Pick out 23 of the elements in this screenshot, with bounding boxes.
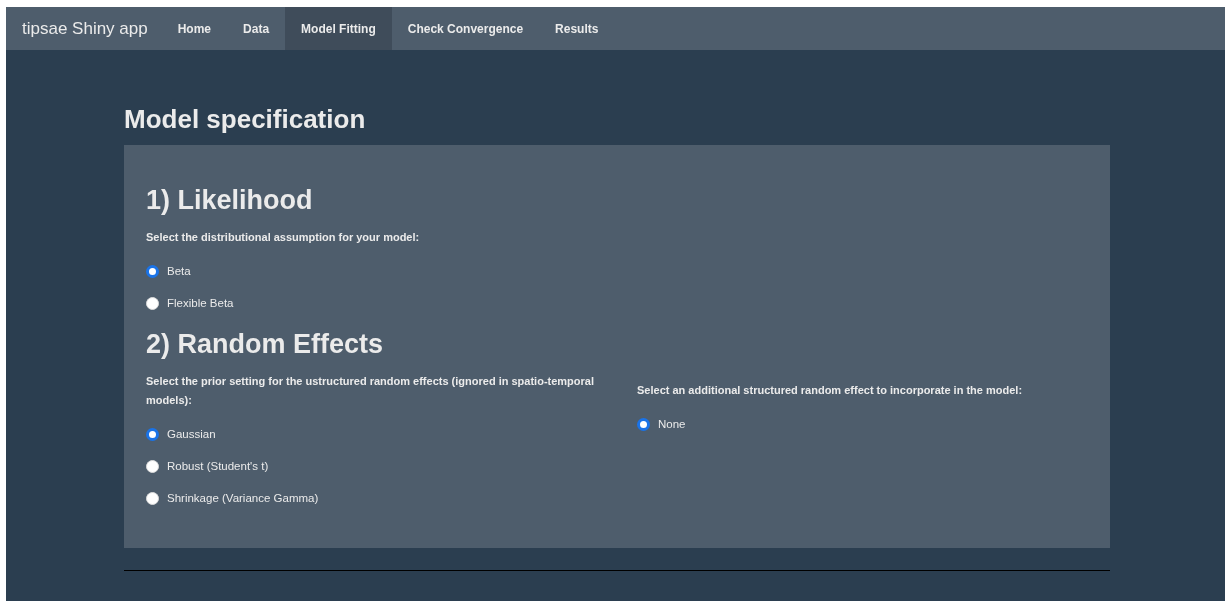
section-heading: 2) Random Effects bbox=[146, 329, 385, 360]
app-brand: tipsae Shiny app bbox=[22, 17, 148, 40]
question-label: Select the distributional assumption for your model: bbox=[146, 230, 421, 245]
radio-option[interactable]: None bbox=[637, 408, 1088, 440]
option-label: Robust (Student's t) bbox=[167, 460, 269, 472]
nav-tab[interactable]: Model Fitting bbox=[285, 7, 392, 50]
option-label: None bbox=[658, 418, 686, 430]
radio-option[interactable]: Gaussian bbox=[146, 418, 597, 450]
radio-option[interactable]: Robust (Student's t) bbox=[146, 450, 597, 482]
option-label: Beta bbox=[167, 265, 191, 277]
section-heading: 1) Likelihood bbox=[146, 185, 314, 216]
radio-button[interactable] bbox=[637, 417, 650, 431]
radio-button[interactable] bbox=[146, 427, 159, 441]
option-label: Flexible Beta bbox=[167, 297, 234, 309]
question-label: Select the prior setting for the ustructured random effects (ignored in spatio-temporal models): bbox=[146, 374, 595, 408]
option-label: Gaussian bbox=[167, 428, 216, 440]
question-label: Select an additional structured random effect to incorporate in the model: bbox=[637, 383, 1024, 398]
radio-option[interactable]: Beta bbox=[146, 255, 1088, 287]
radio-option[interactable]: Shrinkage (Variance Gamma) bbox=[146, 482, 597, 514]
radio-option[interactable]: Flexible Beta bbox=[146, 287, 1088, 319]
radio-button[interactable] bbox=[146, 264, 159, 278]
page-title: Model specification bbox=[124, 104, 367, 135]
option-label: Shrinkage (Variance Gamma) bbox=[167, 492, 319, 504]
